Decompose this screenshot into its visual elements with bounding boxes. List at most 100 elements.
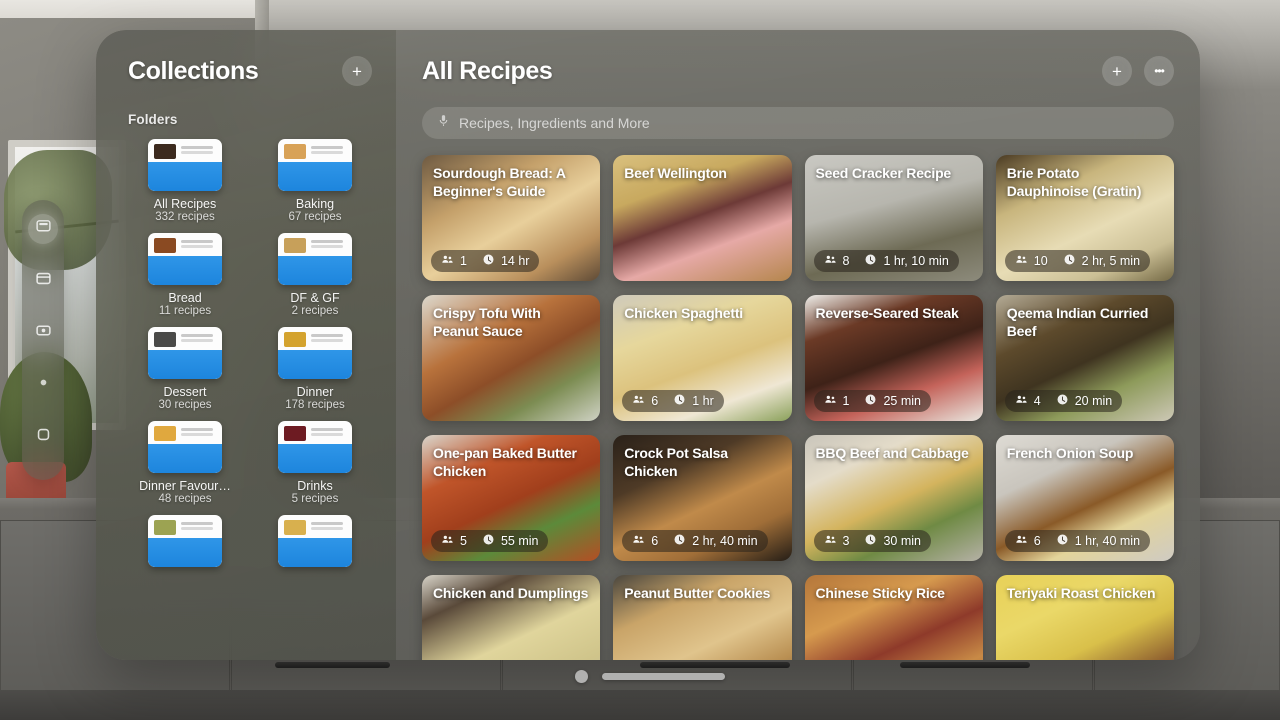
folder-icon bbox=[278, 327, 352, 379]
plus-icon: + bbox=[352, 61, 362, 81]
folder-count: 48 recipes bbox=[158, 493, 212, 505]
folder-item[interactable]: Drinks 5 recipes bbox=[258, 421, 372, 507]
servings-icon bbox=[1015, 533, 1028, 549]
recipe-card[interactable]: Teriyaki Roast Chicken bbox=[995, 575, 1174, 660]
recipe-card[interactable]: Peanut Butter Cookies bbox=[613, 575, 792, 660]
cook-time: 1 hr, 10 min bbox=[883, 254, 949, 268]
recipe-card[interactable]: Chicken Spaghetti 6 1 hr bbox=[613, 295, 792, 421]
microphone-icon[interactable] bbox=[437, 113, 450, 133]
folder-item[interactable] bbox=[258, 515, 372, 575]
folder-count: 2 recipes bbox=[291, 305, 339, 317]
folder-item[interactable] bbox=[128, 515, 242, 575]
servings-icon bbox=[1015, 253, 1028, 269]
recipe-title: Qeema Indian Curried Beef bbox=[1006, 305, 1149, 340]
folder-count: 178 recipes bbox=[285, 399, 345, 411]
main-header: All Recipes + ••• bbox=[422, 56, 1174, 86]
recipe-card[interactable]: Beef Wellington bbox=[613, 155, 792, 281]
cook-time: 20 min bbox=[1074, 394, 1113, 408]
clock-icon bbox=[1056, 393, 1069, 409]
sidebar-header: Collections + bbox=[128, 56, 372, 86]
recipe-meta: 6 2 hr, 40 min bbox=[622, 530, 768, 552]
search-placeholder: Recipes, Ingredients and More bbox=[459, 115, 650, 131]
cook-time: 30 min bbox=[883, 534, 921, 548]
recipe-card[interactable]: Seed Cracker Recipe 8 1 hr, 10 min bbox=[804, 155, 983, 281]
folder-item[interactable]: Dinner Favour… 48 recipes bbox=[128, 421, 242, 507]
folder-item[interactable]: Dessert 30 recipes bbox=[128, 327, 242, 413]
recipe-card[interactable]: Reverse-Seared Steak 1 25 min bbox=[804, 295, 983, 421]
folder-icon bbox=[278, 139, 352, 191]
cabinet-handle-3 bbox=[900, 662, 1030, 668]
folder-count: 67 recipes bbox=[288, 211, 342, 223]
recipe-title: French Onion Soup bbox=[1006, 445, 1134, 461]
recipe-title: Brie Potato Dauphinoise (Gratin) bbox=[1006, 165, 1142, 200]
recipe-meta: 4 20 min bbox=[1004, 390, 1123, 412]
collections-sidebar: Collections + Folders All Recipes 332 rec… bbox=[96, 30, 396, 660]
folder-name: DF & GF bbox=[290, 291, 340, 305]
recipe-title: Chicken and Dumplings bbox=[433, 585, 589, 601]
room-floor bbox=[0, 690, 1280, 720]
recipe-card[interactable]: Chinese Sticky Rice bbox=[804, 575, 983, 660]
servings-icon bbox=[1015, 393, 1028, 409]
dock-item-environment-view[interactable] bbox=[28, 422, 58, 452]
folder-name: Dinner bbox=[296, 385, 334, 399]
recipe-meta: 1 25 min bbox=[813, 390, 931, 412]
servings-icon bbox=[441, 533, 454, 549]
folder-icon bbox=[148, 233, 222, 285]
recipe-card[interactable]: French Onion Soup 6 1 hr, 40 min bbox=[995, 435, 1174, 561]
add-recipe-button[interactable]: + bbox=[1102, 56, 1132, 86]
recipe-meta: 5 55 min bbox=[431, 530, 549, 552]
folder-item[interactable]: Baking 67 recipes bbox=[258, 139, 372, 225]
folder-item[interactable]: DF & GF 2 recipes bbox=[258, 233, 372, 319]
apps-grid-icon bbox=[35, 218, 52, 240]
recipe-meta: 6 1 hr bbox=[622, 390, 724, 412]
folder-name: Dessert bbox=[163, 385, 207, 399]
search-input[interactable]: Recipes, Ingredients and More bbox=[422, 107, 1174, 139]
servings-icon bbox=[824, 253, 837, 269]
window-icon bbox=[35, 270, 52, 292]
folder-count: 5 recipes bbox=[291, 493, 339, 505]
sidebar-title: Collections bbox=[128, 56, 259, 85]
folder-name: All Recipes bbox=[153, 197, 217, 211]
folder-item[interactable]: Dinner 178 recipes bbox=[258, 327, 372, 413]
folder-item[interactable]: Bread 11 recipes bbox=[128, 233, 242, 319]
cook-time: 25 min bbox=[883, 394, 921, 408]
cook-time: 2 hr, 5 min bbox=[1081, 254, 1141, 268]
system-dock[interactable] bbox=[22, 200, 64, 480]
dock-item-home-view[interactable] bbox=[28, 214, 58, 244]
recipe-card[interactable]: One-pan Baked Butter Chicken 5 55 min bbox=[422, 435, 601, 561]
recipe-title: Peanut Butter Cookies bbox=[624, 585, 771, 601]
recipe-card[interactable]: BBQ Beef and Cabbage 3 30 min bbox=[804, 435, 983, 561]
folder-name: Baking bbox=[295, 197, 335, 211]
add-collection-button[interactable]: + bbox=[342, 56, 372, 86]
servings-count: 10 bbox=[1033, 254, 1048, 268]
recipe-card[interactable]: Crock Pot Salsa Chicken 6 2 hr, 40 min bbox=[613, 435, 792, 561]
dock-item-media-view[interactable] bbox=[28, 318, 58, 348]
clock-icon bbox=[864, 533, 877, 549]
window-close-button[interactable] bbox=[575, 670, 588, 683]
folder-count: 11 recipes bbox=[158, 305, 212, 317]
recipe-meta: 1 14 hr bbox=[431, 250, 540, 272]
clock-icon bbox=[482, 253, 495, 269]
recipe-card[interactable]: Sourdough Bread: A Beginner's Guide 1 14 h… bbox=[422, 155, 601, 281]
recipe-meta: 10 2 hr, 5 min bbox=[1004, 250, 1151, 272]
folder-icon bbox=[148, 139, 222, 191]
ellipsis-icon: ••• bbox=[1154, 64, 1165, 78]
recipe-meta: 8 1 hr, 10 min bbox=[813, 250, 959, 272]
recipe-card[interactable]: Qeema Indian Curried Beef 4 20 min bbox=[995, 295, 1174, 421]
window-resize-handle[interactable] bbox=[602, 673, 725, 680]
folder-name: Dinner Favour… bbox=[139, 479, 231, 493]
recipe-title: One-pan Baked Butter Chicken bbox=[433, 445, 577, 480]
main-header-actions: + ••• bbox=[1102, 56, 1174, 86]
more-options-button[interactable]: ••• bbox=[1144, 56, 1174, 86]
recipe-title: Crispy Tofu With Peanut Sauce bbox=[433, 305, 541, 340]
dock-item-window-view[interactable] bbox=[28, 266, 58, 296]
recipe-card[interactable]: Brie Potato Dauphinoise (Gratin) 10 2 hr, … bbox=[995, 155, 1174, 281]
recipe-meta: 3 30 min bbox=[813, 530, 931, 552]
servings-count: 1 bbox=[460, 254, 467, 268]
dock-item-person-view[interactable] bbox=[28, 370, 58, 400]
recipe-card[interactable]: Crispy Tofu With Peanut Sauce bbox=[422, 295, 601, 421]
folder-grid: All Recipes 332 recipes Baking 67 recipes Br… bbox=[128, 139, 372, 575]
recipe-card[interactable]: Chicken and Dumplings bbox=[422, 575, 601, 660]
recipe-title: Chinese Sticky Rice bbox=[815, 585, 945, 601]
folder-item[interactable]: All Recipes 332 recipes bbox=[128, 139, 242, 225]
